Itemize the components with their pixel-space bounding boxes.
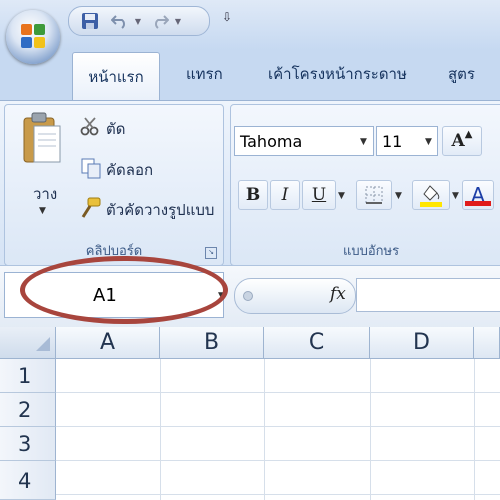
format-painter-button[interactable]: ตัวคัดวางรูปแบบ — [106, 198, 214, 222]
office-logo-icon — [21, 24, 45, 48]
grow-font-up-icon: ▲ — [464, 128, 473, 140]
excel-window: ▼ ▼ ⇩ หน้าแรก แทรก เค้าโครงหน้ากระดาษ สู… — [0, 0, 500, 500]
gridline — [56, 494, 500, 495]
gridline — [160, 359, 161, 500]
font-name-value: Tahoma — [240, 131, 303, 151]
copy-icon — [80, 157, 102, 179]
underline-button[interactable]: U — [302, 180, 336, 210]
save-icon[interactable] — [79, 11, 101, 31]
italic-button[interactable]: I — [270, 180, 300, 210]
row-header-1[interactable]: 1 — [0, 359, 56, 393]
grow-font-button[interactable]: A ▲ — [442, 126, 482, 156]
column-header-e[interactable] — [474, 327, 500, 359]
paste-dropdown-icon[interactable]: ▼ — [39, 206, 46, 216]
column-header-d[interactable]: D — [370, 327, 474, 359]
paste-icon[interactable] — [20, 110, 64, 170]
gridline — [56, 392, 500, 393]
redo-dropdown-icon[interactable]: ▼ — [173, 11, 183, 31]
customize-icon[interactable]: ⇩ — [222, 10, 232, 24]
formula-input[interactable] — [356, 278, 500, 312]
grow-font-label: A — [451, 131, 465, 151]
font-color-swatch — [465, 201, 491, 206]
undo-icon[interactable] — [109, 11, 131, 31]
font-group-label: แบบอักษร — [342, 244, 400, 259]
row-header-3[interactable]: 3 — [0, 427, 56, 461]
borders-icon — [365, 186, 383, 204]
tab-formulas[interactable]: สูตร — [448, 62, 475, 86]
font-name-select[interactable]: Tahoma — [234, 126, 374, 156]
highlight-oval — [20, 256, 228, 324]
gridline — [56, 426, 500, 427]
font-size-dropdown-icon[interactable]: ▼ — [425, 137, 432, 147]
row-header-4[interactable]: 4 — [0, 461, 56, 500]
column-header-c[interactable]: C — [264, 327, 370, 359]
tab-insert[interactable]: แทรก — [186, 62, 223, 86]
fill-color-dropdown-icon[interactable]: ▼ — [452, 191, 459, 201]
gridline — [474, 359, 475, 500]
cut-icon — [80, 116, 100, 136]
tab-page-layout[interactable]: เค้าโครงหน้ากระดาษ — [268, 62, 407, 86]
gridline — [264, 359, 265, 500]
paste-button[interactable]: วาง — [33, 182, 57, 206]
format-painter-icon — [78, 196, 102, 220]
column-header-b[interactable]: B — [160, 327, 264, 359]
clipboard-launcher-icon[interactable]: ↘ — [205, 247, 217, 259]
fill-color-icon — [420, 185, 442, 207]
office-button[interactable] — [6, 10, 60, 64]
copy-button[interactable]: คัดลอก — [106, 158, 153, 182]
row-header-2[interactable]: 2 — [0, 393, 56, 427]
quick-access-toolbar: ▼ ▼ — [68, 6, 210, 36]
font-size-value: 11 — [382, 131, 403, 151]
font-color-button[interactable]: A — [462, 180, 494, 210]
borders-dropdown-icon[interactable]: ▼ — [395, 191, 402, 201]
gridline — [56, 460, 500, 461]
gridline — [370, 359, 371, 500]
tab-home[interactable]: หน้าแรก — [72, 52, 160, 101]
cut-button[interactable]: ตัด — [106, 117, 125, 141]
bold-button[interactable]: B — [238, 180, 268, 210]
insert-function-button[interactable]: fx — [330, 284, 346, 304]
underline-dropdown-icon[interactable]: ▼ — [338, 191, 345, 201]
select-all-icon — [36, 337, 50, 351]
column-header-a[interactable]: A — [56, 327, 160, 359]
fill-color-button[interactable] — [412, 180, 450, 210]
borders-button[interactable] — [356, 180, 392, 210]
redo-icon[interactable] — [149, 11, 171, 31]
undo-dropdown-icon[interactable]: ▼ — [133, 11, 143, 31]
resize-handle-icon[interactable] — [243, 291, 253, 301]
font-name-dropdown-icon[interactable]: ▼ — [360, 137, 367, 147]
